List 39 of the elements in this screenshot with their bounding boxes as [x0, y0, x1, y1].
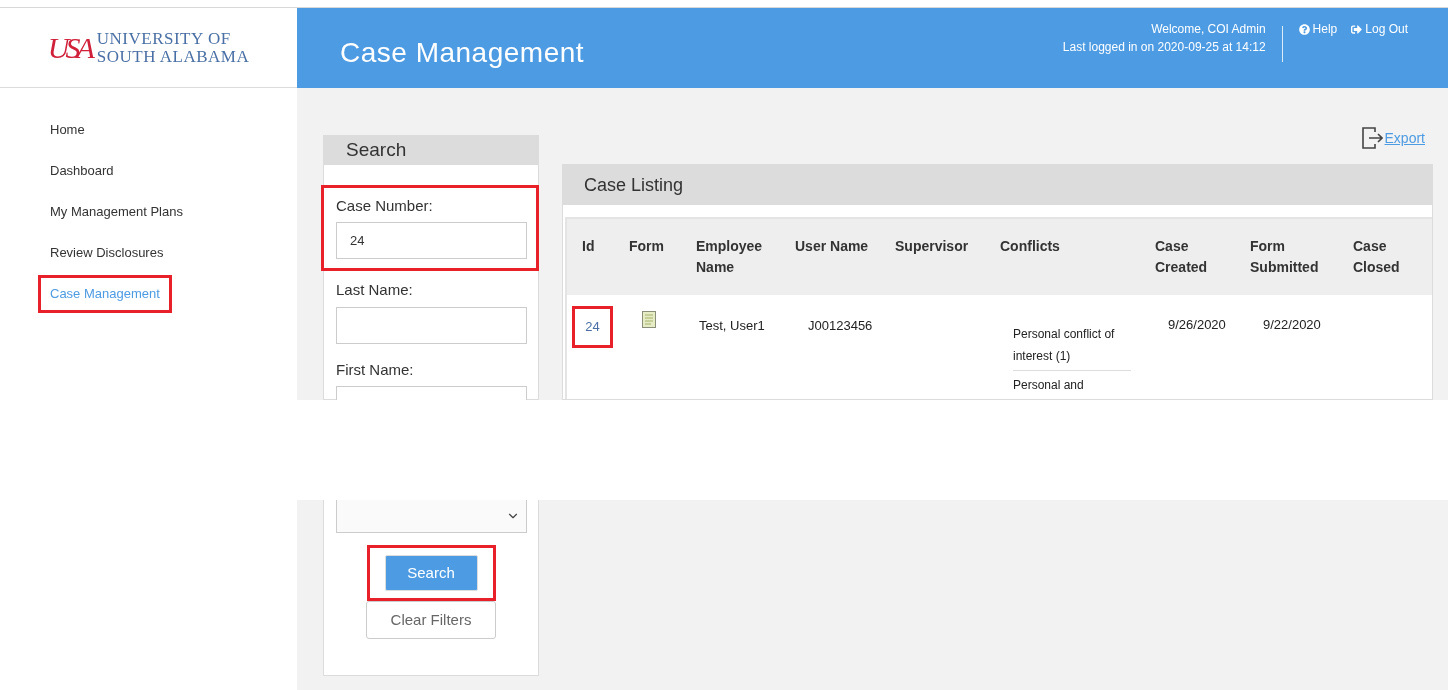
- panel-title: Search: [346, 138, 407, 162]
- sidebar-item[interactable]: Review Disclosures: [38, 234, 176, 272]
- column-header: Id: [582, 237, 595, 256]
- document-icon[interactable]: [642, 311, 656, 329]
- field-label: Last Name:: [336, 280, 414, 300]
- clear-filters-button[interactable]: Clear Filters: [366, 601, 496, 639]
- logo-mark: USA: [47, 32, 91, 63]
- sidebar-item[interactable]: Dashboard: [38, 152, 126, 190]
- sidebar-item[interactable]: My Management Plans: [38, 193, 195, 231]
- column-header: Employee Name: [696, 237, 764, 277]
- table-cell-text: 9/22/2020: [1263, 316, 1322, 334]
- help-icon: [1298, 23, 1310, 35]
- column-header: Supervisor: [895, 237, 969, 256]
- table-cell-text: Test, User1: [699, 317, 766, 335]
- sidebar-item[interactable]: Home: [38, 111, 97, 149]
- last-login-text: Last logged in on 2020-09-25 at 14:12: [1062, 39, 1266, 56]
- field-label: First Name:: [336, 359, 415, 380]
- input-field[interactable]: [336, 306, 527, 344]
- panel-title: Case Listing: [584, 173, 684, 197]
- column-header: Conflicts: [1000, 237, 1060, 256]
- column-header: Form: [629, 237, 664, 256]
- column-header: Case Created: [1155, 237, 1209, 277]
- field-label: Case Number:: [336, 195, 434, 216]
- select-field[interactable]: [335, 500, 527, 533]
- table-cell-text: 9/26/2020: [1168, 316, 1227, 334]
- page-title: Case Management: [340, 36, 585, 70]
- table-cell: Personal conflict of interest (1): [1013, 320, 1131, 371]
- input-field[interactable]: 24: [336, 222, 527, 259]
- column-header: User Name: [795, 237, 869, 256]
- table-cell-text: Personal and: [1013, 377, 1085, 394]
- logout-icon: [1351, 23, 1363, 35]
- export-icon: [1360, 126, 1383, 150]
- logo-text: SOUTH ALABAMA: [96, 47, 250, 66]
- logo-text: UNIVERSITY OF: [96, 29, 232, 48]
- table-cell-text: J00123456: [808, 317, 874, 335]
- column-header: Form Submitted: [1250, 237, 1320, 277]
- column-header: Case Closed: [1353, 237, 1401, 277]
- welcome-text: Welcome, COI Admin: [1151, 21, 1266, 38]
- case-id-link[interactable]: 24: [572, 306, 613, 348]
